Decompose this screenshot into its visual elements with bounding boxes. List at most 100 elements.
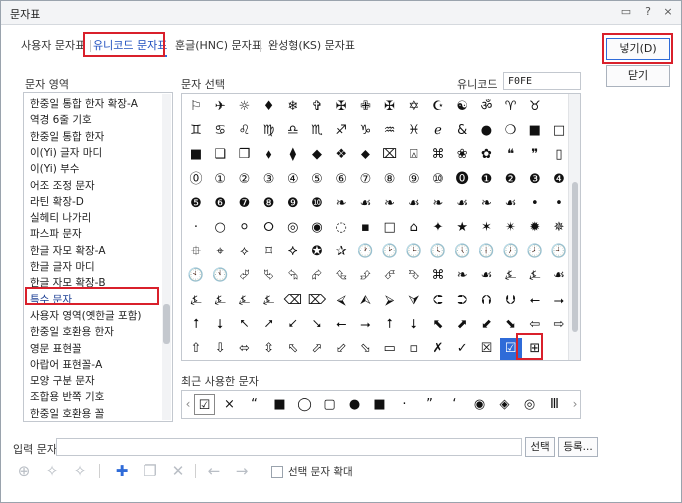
character-cell[interactable]: 🕕 [475,241,497,263]
character-cell[interactable]: ⭩ [282,314,304,336]
recent-char-cell[interactable]: ◎ [519,394,540,415]
character-cell[interactable]: ⍼ [209,290,231,312]
character-cell[interactable]: ⑧ [379,169,401,191]
character-grid-scrollbar[interactable] [568,94,580,360]
character-cell[interactable]: 🕔 [451,241,473,263]
tab-ks-charmap[interactable]: 완성형(KS) 문자표 [268,35,355,57]
character-cell[interactable]: ⌘ [427,144,449,166]
character-cell[interactable]: ⚐ [185,96,207,118]
character-cell[interactable]: ⭘ [258,217,280,239]
character-cell[interactable]: 🕘 [548,241,570,263]
area-list-item[interactable]: 어조 조정 문자 [30,178,95,194]
character-cell[interactable]: & [451,120,473,142]
character-cell[interactable]: ⮱ [258,265,280,287]
select-button[interactable]: 선택 [525,437,555,457]
character-cell[interactable]: ⮶ [379,265,401,287]
character-cell[interactable]: ⇨ [548,314,570,336]
character-cell[interactable]: ⮚ [379,290,401,312]
area-list-item[interactable]: 한중일 호환용 꼴 [30,406,104,421]
character-cell[interactable]: ③ [258,169,280,191]
character-cell[interactable]: ■ [524,120,546,142]
character-cell[interactable]: ⬧ [258,144,280,166]
character-cell[interactable]: ☙ [354,193,376,215]
character-cell[interactable]: ⭠ [330,314,352,336]
tab-unicode-charmap[interactable]: 유니코드 문자표 [93,35,168,57]
character-cell[interactable]: ☙ [500,193,522,215]
character-cell[interactable]: ❧ [475,193,497,215]
character-cell[interactable]: ☙ [475,265,497,287]
character-cell[interactable]: ⬈ [451,314,473,336]
character-cell[interactable]: ❀ [451,144,473,166]
recent-char-cell[interactable]: ◯ [294,394,315,415]
character-cell[interactable]: ❖ [330,144,352,166]
character-cell[interactable]: ⬉ [427,314,449,336]
character-cell[interactable]: ⑦ [354,169,376,191]
character-cell[interactable]: ⮴ [330,265,352,287]
close-button[interactable]: × [660,4,676,20]
character-cell[interactable]: ♦ [258,96,280,118]
recent-char-cell[interactable]: ‘ [444,394,465,415]
character-cell[interactable]: ❧ [330,193,352,215]
character-cell[interactable]: 🕙 [185,265,207,287]
character-cell[interactable]: ❄ [282,96,304,118]
character-cell[interactable]: • [524,193,546,215]
character-cell[interactable]: ✹ [524,217,546,239]
character-cell[interactable]: ⑩ [427,169,449,191]
character-cell[interactable]: ❞ [524,144,546,166]
unicode-code-input[interactable] [503,72,581,90]
character-cell[interactable]: ▫ [403,338,425,360]
add-icon[interactable]: ⊕ [13,460,35,482]
area-list-item[interactable]: 파스파 문자 [30,226,82,242]
character-cell[interactable]: ✠ [330,96,352,118]
recent-char-cell[interactable]: × [219,394,240,415]
character-cell[interactable]: ❧ [427,193,449,215]
character-cell[interactable]: ⬋ [475,314,497,336]
character-cell[interactable]: ⭢ [548,290,570,312]
character-cell[interactable]: ⬀ [306,338,328,360]
character-cell[interactable]: ⭣ [209,314,231,336]
character-cell[interactable]: ⭡ [379,314,401,336]
character-cell[interactable]: 🕒 [403,241,425,263]
character-cell[interactable]: ♒ [379,120,401,142]
copy-icon[interactable]: ❐ [139,460,161,482]
character-cell[interactable]: ⑥ [330,169,352,191]
character-cell[interactable]: ❝ [500,144,522,166]
character-cell[interactable]: ▪ [354,217,376,239]
area-list-item[interactable]: 라틴 확장-D [30,194,84,210]
character-cell[interactable]: ▭ [379,338,401,360]
character-cell[interactable]: ■ [185,144,207,166]
character-cell[interactable]: ✓ [451,338,473,360]
character-cell[interactable]: ⮈ [427,290,449,312]
area-list-item[interactable]: 역경 6줄 기호 [30,112,92,128]
character-cell[interactable]: ④ [282,169,304,191]
character-cell[interactable]: ✈ [209,96,231,118]
character-cell[interactable]: ॐ [475,96,497,118]
tab-hnc-charmap[interactable]: 훈글(HNC) 문자표 [175,35,262,57]
character-cell[interactable]: ⮘ [330,290,352,312]
character-cell[interactable]: ♊ [185,120,207,142]
character-cell[interactable]: ● [475,120,497,142]
area-list-item[interactable]: 실헤티 나가리 [30,210,91,226]
character-cell[interactable]: ⌘ [427,265,449,287]
character-grid-scroll-thumb[interactable] [572,182,578,332]
character-cell[interactable]: ⮵ [354,265,376,287]
character-cell[interactable]: ☯ [451,96,473,118]
recent-char-cell[interactable]: ☑ [194,394,215,415]
character-cell[interactable]: ⭡ [185,314,207,336]
character-cell[interactable]: ⊞ [524,338,546,360]
character-cell[interactable]: ✗ [427,338,449,360]
character-cell[interactable]: ☼ [233,96,255,118]
character-cell[interactable]: ▯ [548,144,570,166]
character-cell[interactable]: ⇧ [185,338,207,360]
character-cell[interactable]: ⮲ [282,265,304,287]
character-cell[interactable]: ⟡ [233,241,255,263]
character-cell[interactable]: ❸ [524,169,546,191]
character-cell[interactable]: ⌧ [379,144,401,166]
plus-icon[interactable]: ✚ [111,460,133,482]
character-cell[interactable]: ✙ [354,96,376,118]
recent-char-cell[interactable]: ” [419,394,440,415]
area-list-item[interactable]: 영문 표현꼴 [30,341,82,357]
character-cell[interactable]: ⑨ [403,169,425,191]
character-cell[interactable]: · [185,217,207,239]
delete-icon[interactable]: ✕ [167,460,189,482]
